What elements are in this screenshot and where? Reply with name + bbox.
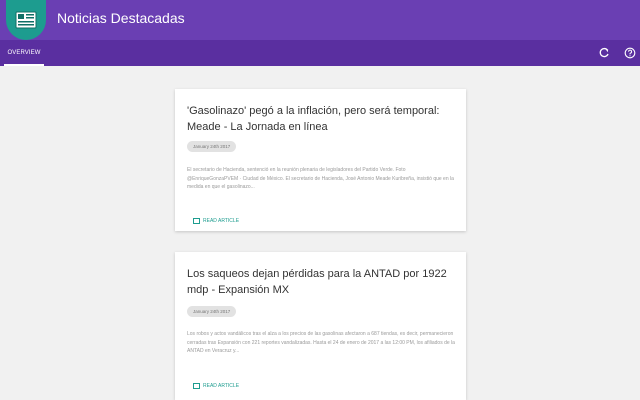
app-header: Noticias Destacadas xyxy=(0,0,640,40)
tab-overview[interactable]: OVERVIEW xyxy=(4,40,44,66)
article-card: 'Gasolinazo' pegó a la inflación, pero s… xyxy=(175,89,466,231)
article-card: Los saqueos dejan pérdidas para la ANTAD… xyxy=(175,252,466,400)
article-excerpt: El secretario de Hacienda, sentenció en … xyxy=(187,167,454,191)
help-icon[interactable] xyxy=(623,46,637,60)
open-article-icon xyxy=(193,382,200,389)
read-article-label: READ ARTICLE xyxy=(203,382,240,389)
active-tab-indicator xyxy=(4,64,44,66)
article-title: Los saqueos dejan pérdidas para la ANTAD… xyxy=(187,268,447,296)
date-chip: January 24th 2017 xyxy=(187,306,237,317)
tab-bar: OVERVIEW xyxy=(0,40,640,66)
article-title: 'Gasolinazo' pegó a la inflación, pero s… xyxy=(187,105,440,133)
read-article-link[interactable]: READ ARTICLE xyxy=(193,216,239,225)
read-article-label: READ ARTICLE xyxy=(203,217,240,224)
app-title: Noticias Destacadas xyxy=(57,10,185,26)
open-article-icon xyxy=(193,217,200,224)
read-article-link[interactable]: READ ARTICLE xyxy=(193,381,239,390)
article-excerpt: Los robos y actos vandálicos tras el alz… xyxy=(187,331,455,355)
refresh-icon[interactable] xyxy=(597,46,611,60)
date-chip: January 24th 2017 xyxy=(187,141,237,152)
newspaper-icon xyxy=(6,0,46,40)
